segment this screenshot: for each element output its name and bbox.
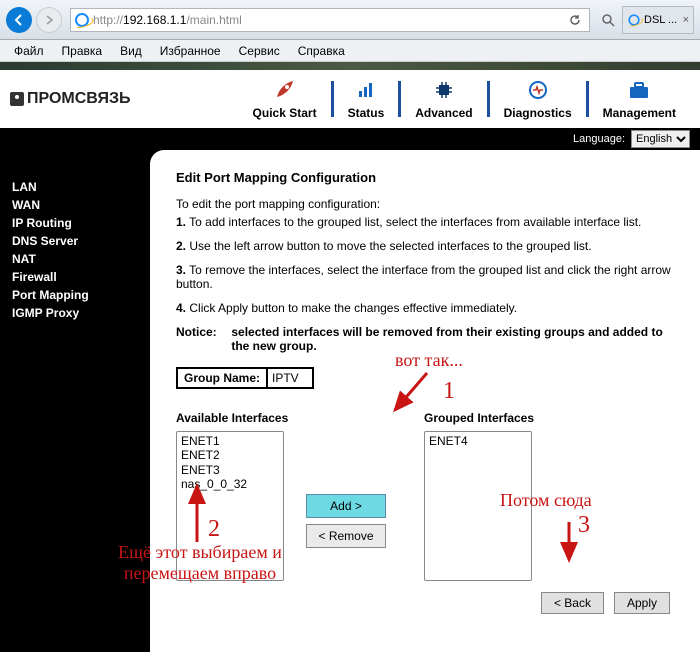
rocket-icon xyxy=(271,78,299,102)
group-name-row: Group Name: xyxy=(176,367,314,389)
browser-menu-bar: Файл Правка Вид Избранное Сервис Справка xyxy=(0,40,700,62)
ie-icon xyxy=(628,14,639,25)
refresh-icon[interactable] xyxy=(565,10,585,30)
toolbox-icon xyxy=(625,78,653,102)
ie-icon xyxy=(75,13,89,27)
list-item: ENET4 xyxy=(427,434,529,448)
page-title: Edit Port Mapping Configuration xyxy=(176,170,674,185)
add-button[interactable]: Add > xyxy=(306,494,386,518)
language-label: Language: xyxy=(573,133,625,145)
sidebar-item-dns[interactable]: DNS Server xyxy=(12,232,138,250)
nav-quickstart[interactable]: Quick Start xyxy=(239,78,331,120)
nav-status[interactable]: Status xyxy=(334,78,399,120)
grouped-interfaces-list[interactable]: ENET4 xyxy=(424,431,532,581)
menu-file[interactable]: Файл xyxy=(6,42,52,60)
url-text: http://192.168.1.1/main.html xyxy=(93,13,242,27)
logo: ПРОМСВЯЗЬ xyxy=(10,90,130,108)
remove-button[interactable]: < Remove xyxy=(306,524,386,548)
sidebar-item-firewall[interactable]: Firewall xyxy=(12,268,138,286)
nav-diagnostics[interactable]: Diagnostics xyxy=(490,78,586,120)
list-item: ENET1 xyxy=(179,434,281,448)
apply-button[interactable]: Apply xyxy=(614,592,670,614)
step-2: 2. Use the left arrow button to move the… xyxy=(176,239,674,253)
sidebar-item-portmapping[interactable]: Port Mapping xyxy=(12,286,138,304)
step-3: 3. To remove the interfaces, select the … xyxy=(176,263,674,291)
step-4: 4. Click Apply button to make the change… xyxy=(176,301,674,315)
step-1: 1. To add interfaces to the grouped list… xyxy=(176,215,674,229)
list-item: ENET2 xyxy=(179,448,281,462)
sidebar-item-wan[interactable]: WAN xyxy=(12,196,138,214)
browser-forward-button[interactable] xyxy=(36,7,62,33)
browser-back-button[interactable] xyxy=(6,7,32,33)
menu-tools[interactable]: Сервис xyxy=(231,42,288,60)
list-item: ENET3 xyxy=(179,463,281,477)
browser-tab[interactable]: DSL ... × xyxy=(622,6,694,34)
diagnostics-icon xyxy=(524,78,552,102)
search-icon[interactable] xyxy=(598,10,618,30)
list-item: nas_0_0_32 xyxy=(179,477,281,491)
menu-help[interactable]: Справка xyxy=(290,42,353,60)
logo-text: ПРОМСВЯЗЬ xyxy=(27,90,130,108)
sidebar-item-lan[interactable]: LAN xyxy=(12,178,138,196)
banner-image xyxy=(0,62,700,70)
close-tab-icon[interactable]: × xyxy=(683,14,689,26)
back-button[interactable]: < Back xyxy=(541,592,604,614)
address-bar[interactable]: http://192.168.1.1/main.html xyxy=(70,8,590,32)
nav-advanced[interactable]: Advanced xyxy=(401,78,486,120)
sidebar-item-igmp[interactable]: IGMP Proxy xyxy=(12,304,138,322)
sidebar-item-iprouting[interactable]: IP Routing xyxy=(12,214,138,232)
group-name-label: Group Name: xyxy=(178,369,268,387)
intro-text: To edit the port mapping configuration: xyxy=(176,197,674,211)
menu-view[interactable]: Вид xyxy=(112,42,150,60)
notice: Notice: selected interfaces will be remo… xyxy=(176,325,674,353)
menu-edit[interactable]: Правка xyxy=(54,42,111,60)
tab-title: DSL ... xyxy=(644,14,677,26)
menu-favorites[interactable]: Избранное xyxy=(152,42,229,60)
chip-icon xyxy=(430,78,458,102)
group-name-input[interactable] xyxy=(268,369,312,387)
grouped-title: Grouped Interfaces xyxy=(424,411,544,425)
available-interfaces-list[interactable]: ENET1 ENET2 ENET3 nas_0_0_32 xyxy=(176,431,284,581)
language-select[interactable]: English xyxy=(631,130,690,148)
sidebar-item-nat[interactable]: NAT xyxy=(12,250,138,268)
sidebar: LAN WAN IP Routing DNS Server NAT Firewa… xyxy=(0,150,150,652)
logo-icon xyxy=(10,92,24,106)
available-title: Available Interfaces xyxy=(176,411,296,425)
annotation-1: вот так... 1 xyxy=(395,350,463,371)
status-icon xyxy=(352,78,380,102)
nav-management[interactable]: Management xyxy=(589,78,690,120)
